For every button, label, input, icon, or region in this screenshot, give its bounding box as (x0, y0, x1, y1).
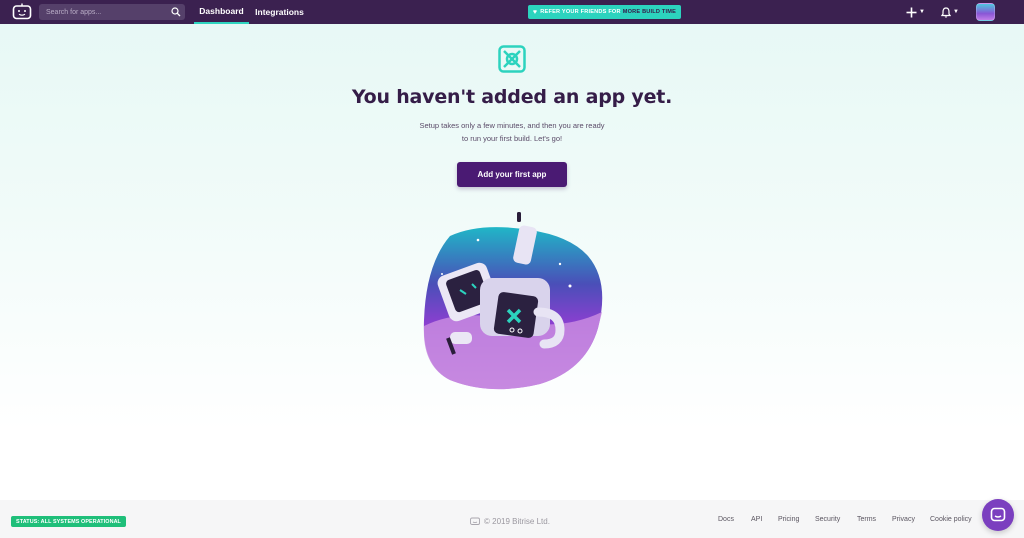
chevron-down-icon: ▼ (953, 9, 959, 15)
refer-text: REFER YOUR FRIENDS FOR (540, 9, 621, 15)
page-title: You haven't added an app yet. (351, 86, 673, 108)
add-menu-button[interactable]: ▼ (906, 4, 925, 20)
status-badge[interactable]: STATUS: ALL SYSTEMS OPERATIONAL (11, 516, 126, 527)
heart-icon: ♥ (532, 8, 538, 16)
footer-link-api[interactable]: API (751, 516, 762, 523)
plus-icon (906, 7, 917, 17)
search-icon[interactable] (171, 7, 181, 17)
subtitle-line-2: to run your first build. Let's go! (461, 134, 563, 143)
bitrise-small-logo-icon (470, 517, 480, 525)
bitrise-logo-icon[interactable] (12, 3, 32, 20)
page-subtitle: Setup takes only a few minutes, and then… (382, 119, 642, 145)
footer-link-cookie-policy[interactable]: Cookie policy (930, 516, 972, 523)
tab-dashboard-label: Dashboard (199, 6, 244, 16)
app-placeholder-icon (498, 45, 526, 73)
footer-link-terms[interactable]: Terms (857, 516, 876, 523)
avatar[interactable] (976, 3, 995, 21)
subtitle-line-1: Setup takes only a few minutes, and then… (419, 121, 605, 130)
top-navigation-bar: Search for apps... Dashboard Integration… (0, 0, 1024, 24)
footer-link-privacy[interactable]: Privacy (892, 516, 915, 523)
search-input[interactable]: Search for apps... (39, 4, 185, 20)
chat-support-button[interactable] (982, 499, 1014, 531)
notifications-button[interactable]: ▼ (941, 4, 959, 20)
search-placeholder: Search for apps... (46, 8, 102, 16)
refer-highlight: MORE BUILD TIME (622, 9, 677, 15)
add-first-app-button[interactable]: Add your first app (457, 162, 567, 187)
tab-integrations[interactable]: Integrations (252, 0, 307, 24)
footer-link-docs[interactable]: Docs (718, 516, 734, 523)
copyright-text: © 2019 Bitrise Ltd. (484, 516, 550, 526)
footer-link-security[interactable]: Security (815, 516, 840, 523)
tab-dashboard[interactable]: Dashboard (194, 0, 249, 24)
fallen-robot-illustration (423, 212, 603, 390)
tab-integrations-label: Integrations (255, 7, 304, 17)
chat-icon (990, 507, 1006, 522)
footer-link-pricing[interactable]: Pricing (778, 516, 799, 523)
chevron-down-icon: ▼ (919, 9, 925, 15)
refer-friends-banner[interactable]: ♥ REFER YOUR FRIENDS FOR MORE BUILD TIME (528, 5, 681, 19)
copyright: © 2019 Bitrise Ltd. (470, 515, 550, 527)
bell-icon (941, 6, 951, 18)
